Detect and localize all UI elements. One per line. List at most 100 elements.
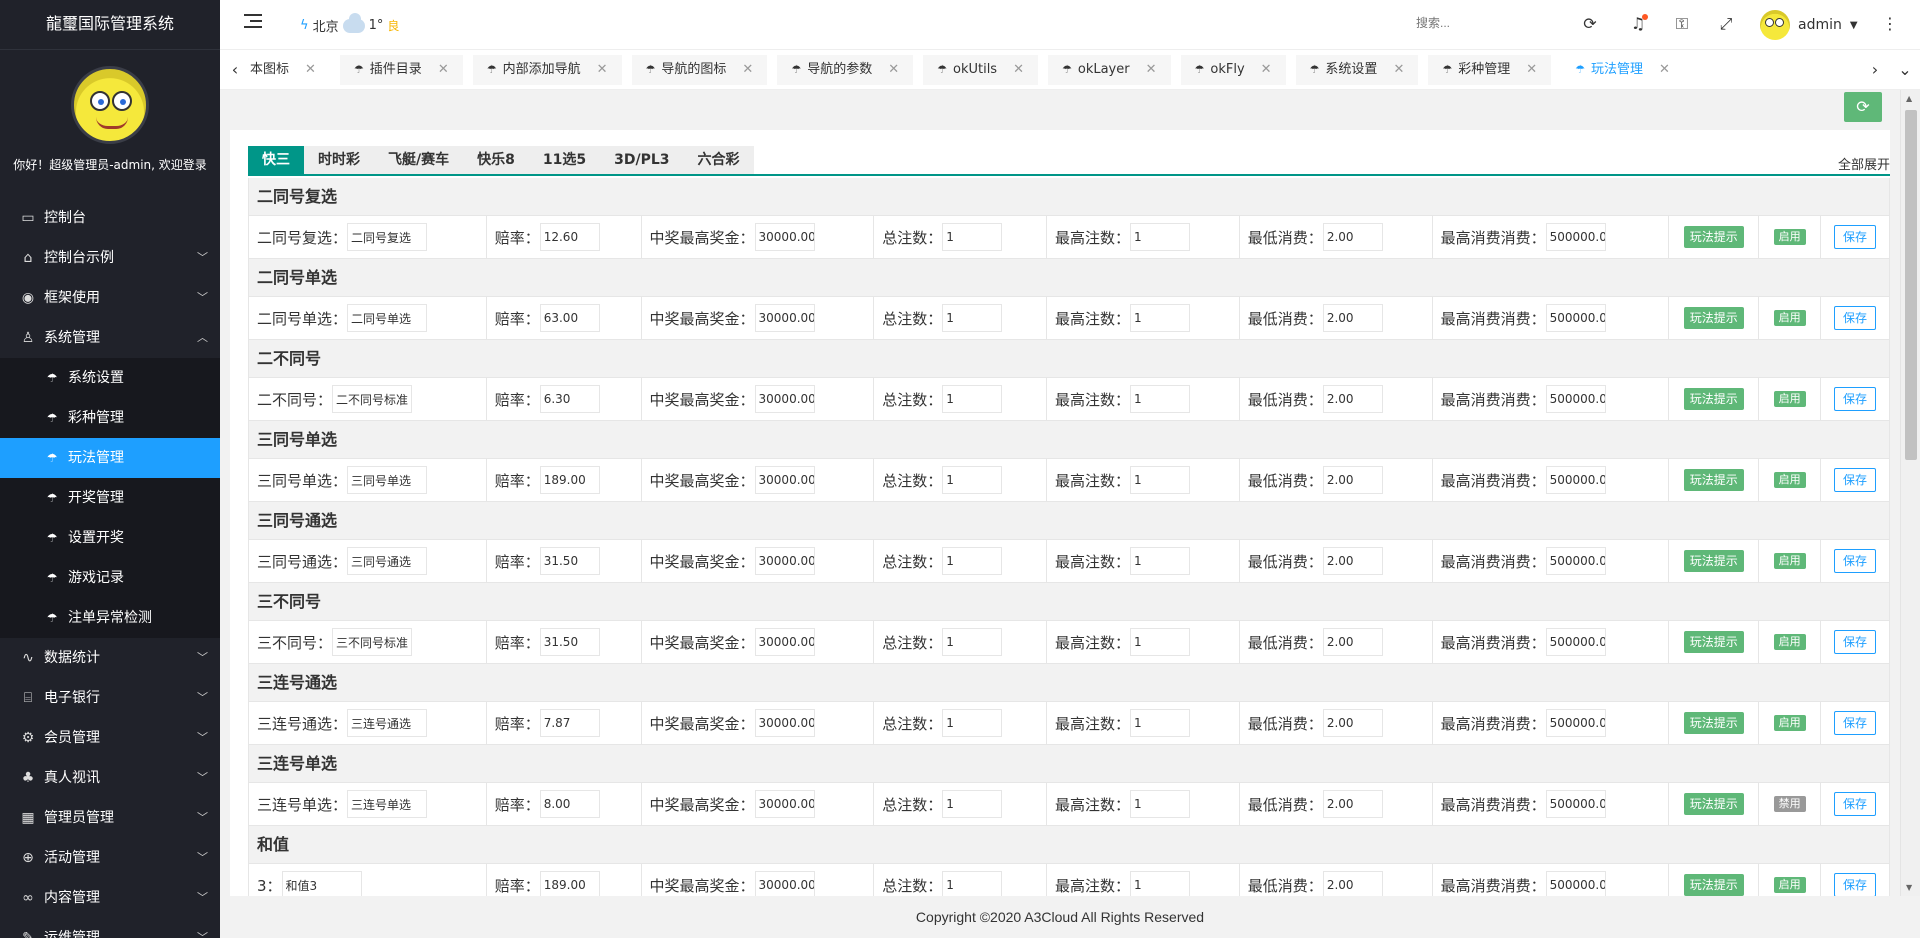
max-prize-input[interactable] — [754, 385, 815, 413]
min-spend-input[interactable] — [1322, 871, 1383, 899]
max-spend-input[interactable] — [1545, 304, 1606, 332]
max-spend-input[interactable] — [1545, 466, 1606, 494]
status-toggle-button[interactable]: 启用 — [1773, 877, 1806, 893]
status-toggle-button[interactable]: 启用 — [1773, 391, 1806, 407]
status-toggle-button[interactable]: 启用 — [1773, 229, 1806, 245]
play-name-input[interactable] — [332, 385, 413, 413]
save-button[interactable]: 保存 — [1834, 711, 1877, 735]
min-spend-input[interactable] — [1322, 790, 1383, 818]
sidebar-item-sub-0[interactable]: ☂ 系统设置 — [0, 358, 220, 398]
max-prize-input[interactable] — [754, 628, 815, 656]
sidebar-item-sub-4[interactable]: ☂ 设置开奖 — [0, 518, 220, 558]
total-bets-input[interactable] — [942, 547, 1003, 575]
sidebar-item-0[interactable]: ▭ 控制台 — [0, 198, 220, 238]
close-icon[interactable]: ✕ — [438, 55, 449, 85]
lottery-tab-0[interactable]: 快三 — [248, 146, 304, 174]
play-name-input[interactable] — [347, 547, 428, 575]
odds-input[interactable] — [539, 304, 600, 332]
sidebar-item-5[interactable]: ⊕ 活动管理 ﹀ — [0, 838, 220, 878]
max-spend-input[interactable] — [1545, 871, 1606, 899]
status-toggle-button[interactable]: 禁用 — [1773, 796, 1806, 812]
tab-2[interactable]: ☂ 内部添加导航 ✕ — [472, 55, 622, 85]
max-spend-input[interactable] — [1545, 547, 1606, 575]
total-bets-input[interactable] — [942, 871, 1003, 899]
tab-10[interactable]: ☂ 玩法管理 ✕ — [1561, 55, 1684, 85]
play-tip-button[interactable]: 玩法提示 — [1683, 550, 1744, 572]
status-toggle-button[interactable]: 启用 — [1773, 472, 1806, 488]
reload-button[interactable]: ⟳ — [1844, 92, 1882, 122]
max-bets-input[interactable] — [1130, 223, 1191, 251]
max-spend-input[interactable] — [1545, 790, 1606, 818]
play-tip-button[interactable]: 玩法提示 — [1683, 712, 1744, 734]
close-icon[interactable]: ✕ — [888, 55, 899, 85]
save-button[interactable]: 保存 — [1834, 549, 1877, 573]
sidebar-item-6[interactable]: ∞ 内容管理 ﹀ — [0, 878, 220, 918]
status-toggle-button[interactable]: 启用 — [1773, 553, 1806, 569]
play-name-input[interactable] — [347, 790, 428, 818]
min-spend-input[interactable] — [1322, 385, 1383, 413]
max-prize-input[interactable] — [754, 223, 815, 251]
lottery-tab-3[interactable]: 快乐8 — [463, 146, 529, 174]
tabs-next-icon[interactable]: › — [1860, 50, 1890, 90]
max-bets-input[interactable] — [1130, 466, 1191, 494]
search-input[interactable] — [1416, 16, 1516, 30]
max-prize-input[interactable] — [754, 709, 815, 737]
total-bets-input[interactable] — [942, 304, 1003, 332]
lottery-tab-5[interactable]: 3D/PL3 — [600, 146, 683, 174]
sidebar-item-3[interactable]: ♙ 系统管理 ︿ — [0, 318, 220, 358]
max-spend-input[interactable] — [1545, 709, 1606, 737]
avatar[interactable] — [71, 66, 149, 144]
menu-toggle-icon[interactable] — [244, 14, 262, 30]
save-button[interactable]: 保存 — [1834, 873, 1877, 897]
sidebar-item-3[interactable]: ♣ 真人视讯 ﹀ — [0, 758, 220, 798]
odds-input[interactable] — [539, 871, 600, 899]
close-icon[interactable]: ✕ — [1261, 55, 1272, 85]
max-bets-input[interactable] — [1130, 709, 1191, 737]
max-prize-input[interactable] — [754, 547, 815, 575]
play-name-input[interactable] — [347, 709, 428, 737]
min-spend-input[interactable] — [1322, 304, 1383, 332]
odds-input[interactable] — [539, 790, 600, 818]
save-button[interactable]: 保存 — [1834, 468, 1877, 492]
save-button[interactable]: 保存 — [1834, 630, 1877, 654]
tab-9[interactable]: ☂ 彩种管理 ✕ — [1428, 55, 1552, 85]
expand-all-link[interactable]: 全部展开 — [1838, 154, 1890, 173]
tab-3[interactable]: ☂ 导航的图标 ✕ — [631, 55, 768, 85]
fullscreen-icon[interactable]: ⤢ — [1716, 14, 1736, 34]
sidebar-item-sub-6[interactable]: ☂ 注单异常检测 — [0, 598, 220, 638]
close-icon[interactable]: ✕ — [1146, 55, 1157, 85]
tab-4[interactable]: ☂ 导航的参数 ✕ — [777, 55, 914, 85]
play-tip-button[interactable]: 玩法提示 — [1683, 226, 1744, 248]
total-bets-input[interactable] — [942, 466, 1003, 494]
tab-1[interactable]: ☂ 插件目录 ✕ — [339, 55, 463, 85]
min-spend-input[interactable] — [1322, 466, 1383, 494]
lottery-tab-1[interactable]: 时时彩 — [304, 146, 374, 174]
sidebar-item-sub-3[interactable]: ☂ 开奖管理 — [0, 478, 220, 518]
lottery-tab-4[interactable]: 11选5 — [529, 146, 600, 174]
tab-8[interactable]: ☂ 系统设置 ✕ — [1295, 55, 1419, 85]
min-spend-input[interactable] — [1322, 709, 1383, 737]
close-icon[interactable]: ✕ — [1526, 55, 1537, 85]
scrollbar[interactable]: ▲ ▼ — [1900, 90, 1920, 896]
tabs-menu-icon[interactable]: ⌄ — [1890, 50, 1920, 90]
max-spend-input[interactable] — [1545, 385, 1606, 413]
max-bets-input[interactable] — [1130, 385, 1191, 413]
play-name-input[interactable] — [347, 304, 428, 332]
sidebar-item-1[interactable]: ⌂ 控制台示例 ﹀ — [0, 238, 220, 278]
tabs-prev-icon[interactable]: ‹ — [220, 50, 250, 90]
lottery-tab-6[interactable]: 六合彩 — [684, 146, 754, 174]
tab-6[interactable]: ☂ okLayer ✕ — [1047, 55, 1171, 85]
total-bets-input[interactable] — [942, 223, 1003, 251]
max-bets-input[interactable] — [1130, 547, 1191, 575]
sidebar-item-sub-2[interactable]: ☂ 玩法管理 — [0, 438, 220, 478]
play-name-input[interactable] — [281, 871, 362, 899]
more-vertical-icon[interactable]: ⋮ — [1880, 14, 1900, 34]
odds-input[interactable] — [539, 709, 600, 737]
sidebar-item-sub-5[interactable]: ☂ 游戏记录 — [0, 558, 220, 598]
total-bets-input[interactable] — [942, 628, 1003, 656]
save-button[interactable]: 保存 — [1834, 387, 1877, 411]
max-prize-input[interactable] — [754, 466, 815, 494]
sidebar-item-4[interactable]: ▦ 管理员管理 ﹀ — [0, 798, 220, 838]
scroll-up-icon[interactable]: ▲ — [1906, 94, 1912, 103]
close-icon[interactable]: ✕ — [742, 55, 753, 85]
